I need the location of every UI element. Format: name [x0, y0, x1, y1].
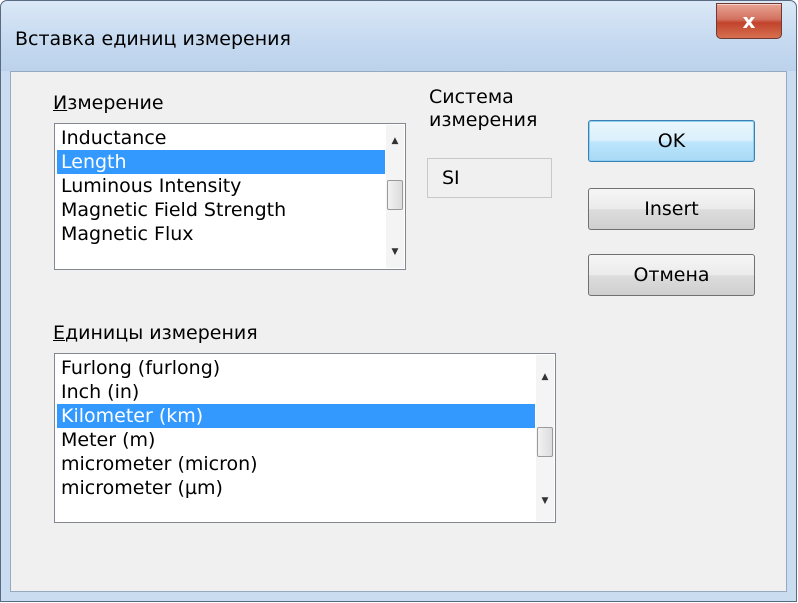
dimension-label: Измерение — [53, 92, 164, 114]
scroll-up-arrow-icon[interactable]: ▲ — [536, 367, 554, 387]
measurement-system-field: SI — [427, 158, 552, 198]
units-list-item[interactable]: Meter (m) — [57, 428, 535, 452]
units-list-item-selected[interactable]: Kilometer (km) — [57, 404, 535, 428]
scroll-down-arrow-icon[interactable]: ▼ — [386, 242, 404, 262]
dimension-list-item[interactable]: Magnetic Flux — [57, 222, 385, 246]
dimension-label-accelerator: И — [53, 92, 68, 114]
window-title: Вставка единиц измерения — [15, 28, 291, 50]
dimension-scrollbar[interactable]: ▲ ▼ — [386, 125, 404, 268]
title-bar[interactable]: Вставка единиц измерения x — [1, 1, 796, 71]
units-scrollbar[interactable]: ▲ ▼ — [536, 355, 554, 521]
units-list-item[interactable]: micrometer (micron) — [57, 452, 535, 476]
units-list-item[interactable]: micrometer (µm) — [57, 476, 535, 500]
units-label: Единицы измерения — [53, 322, 258, 344]
measurement-system-label: Система измерения — [429, 86, 538, 131]
scrollbar-thumb[interactable] — [387, 180, 403, 210]
close-button[interactable]: x — [716, 3, 782, 39]
close-icon: x — [742, 9, 756, 33]
insert-button[interactable]: Insert — [588, 188, 755, 230]
scroll-down-arrow-icon[interactable]: ▼ — [536, 491, 554, 511]
scroll-up-arrow-icon[interactable]: ▲ — [386, 131, 404, 151]
dimension-list-items: Inductance Length Luminous Intensity Mag… — [57, 126, 385, 246]
dimension-list-item-selected[interactable]: Length — [57, 150, 385, 174]
units-listbox[interactable]: Furlong (furlong) Inch (in) Kilometer (k… — [54, 353, 556, 523]
units-list-item[interactable]: Inch (in) — [57, 380, 535, 404]
units-label-text: диницы измерения — [65, 322, 258, 344]
dimension-label-text: змерение — [67, 92, 164, 114]
dialog-window: Вставка единиц измерения x Измерение Ind… — [0, 0, 797, 602]
units-label-accelerator: Е — [53, 322, 66, 344]
scrollbar-thumb[interactable] — [537, 427, 553, 457]
dialog-client-area: Измерение Inductance Length Luminous Int… — [10, 71, 787, 592]
dimension-list-item[interactable]: Luminous Intensity — [57, 174, 385, 198]
cancel-button[interactable]: Отмена — [588, 254, 755, 296]
units-list-item[interactable]: Furlong (furlong) — [57, 356, 535, 380]
units-list-items: Furlong (furlong) Inch (in) Kilometer (k… — [57, 356, 535, 500]
dimension-listbox[interactable]: Inductance Length Luminous Intensity Mag… — [54, 123, 406, 270]
dimension-list-item[interactable]: Magnetic Field Strength — [57, 198, 385, 222]
dimension-list-item[interactable]: Inductance — [57, 126, 385, 150]
ok-button[interactable]: OK — [588, 120, 755, 162]
